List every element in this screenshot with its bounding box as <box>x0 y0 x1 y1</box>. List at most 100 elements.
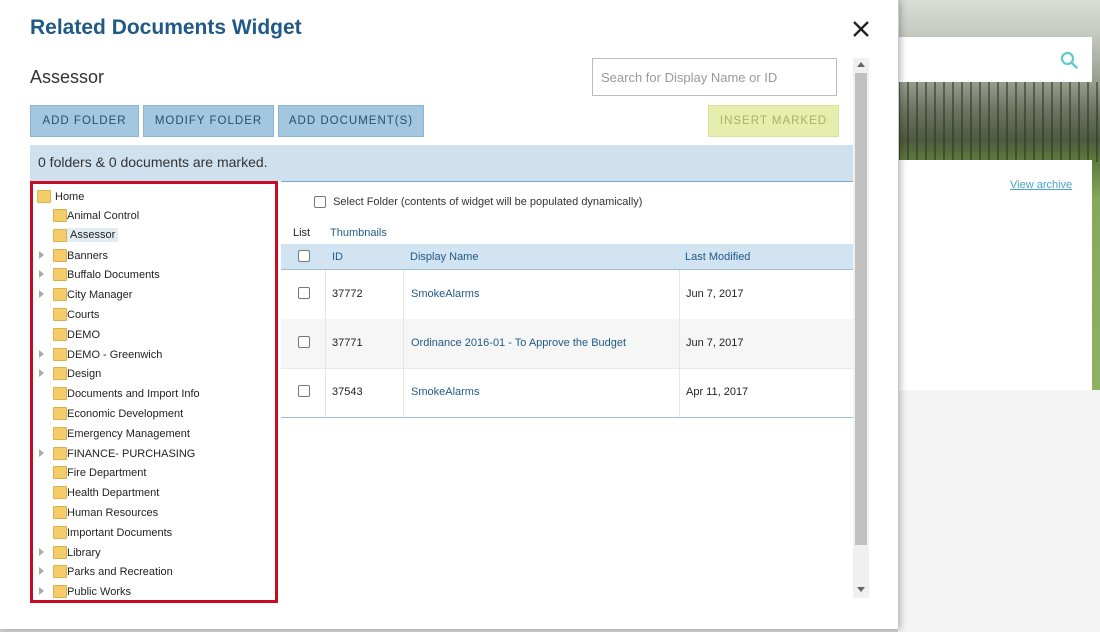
folder-icon <box>53 347 67 361</box>
tree-item-label: Health Department <box>67 487 160 500</box>
row-checkbox[interactable] <box>298 385 310 397</box>
tree-item-label: FINANCE- PURCHASING <box>67 447 196 460</box>
expand-arrow-icon[interactable] <box>39 567 44 576</box>
tree-item-label: Library <box>67 546 101 559</box>
current-folder-title: Assessor <box>30 67 105 87</box>
folder-tree: Home Animal Control Assessor Banners Buffal… <box>30 181 278 603</box>
table-row[interactable]: 37771 Ordinance 2016-01 - To Approve the … <box>281 319 853 369</box>
cell-id: 37543 <box>332 386 363 398</box>
expand-arrow-icon[interactable] <box>39 369 44 378</box>
scroll-up-arrow[interactable] <box>857 62 865 67</box>
expand-arrow-icon[interactable] <box>39 349 44 358</box>
folder-icon <box>53 327 67 341</box>
cell-display-name[interactable]: SmokeAlarms <box>411 288 479 300</box>
scrollbar-thumb[interactable] <box>855 73 867 545</box>
folder-icon <box>53 308 67 321</box>
expand-arrow-icon[interactable] <box>39 448 44 457</box>
tab-list[interactable]: List <box>293 227 310 239</box>
folder-icon <box>53 288 67 302</box>
cell-last-modified: Apr 11, 2017 <box>686 386 749 398</box>
tree-item-label: DEMO <box>67 328 100 341</box>
cell-id: 37772 <box>332 288 363 300</box>
tree-item-label: Emergency Management <box>67 427 190 440</box>
column-divider <box>679 319 680 368</box>
column-divider <box>403 319 404 368</box>
background-fence <box>898 82 1100 162</box>
cell-display-name[interactable]: Ordinance 2016-01 - To Approve the Budge… <box>411 337 626 349</box>
tree-item-label: Documents and Import Info <box>67 388 200 401</box>
tree-item-label: Banners <box>67 249 108 262</box>
tree-item-label: Economic Development <box>67 408 184 420</box>
close-icon[interactable] <box>850 18 872 40</box>
background-content <box>898 160 1092 390</box>
cell-last-modified: Jun 7, 2017 <box>686 288 744 300</box>
expand-arrow-icon[interactable] <box>39 587 44 596</box>
column-divider <box>679 270 680 319</box>
cell-display-name[interactable]: SmokeAlarms <box>411 386 479 398</box>
cell-last-modified: Jun 7, 2017 <box>686 337 744 349</box>
folder-icon <box>53 248 67 262</box>
folder-icon <box>53 407 67 420</box>
folder-icon <box>37 190 51 203</box>
folder-icon <box>53 268 67 282</box>
scroll-down-arrow[interactable] <box>857 587 865 592</box>
tree-item-label: Public Works <box>67 586 131 599</box>
tree-item-label: Home <box>55 191 85 203</box>
add-documents-button[interactable]: ADD DOCUMENT(S) <box>278 105 424 137</box>
marked-status-bar: 0 folders & 0 documents are marked. <box>30 145 853 181</box>
expand-arrow-icon[interactable] <box>39 547 44 556</box>
folder-icon <box>53 545 67 559</box>
view-archive-link[interactable]: View archive <box>1010 179 1072 191</box>
tree-item-label: DEMO - Greenwich <box>67 348 163 361</box>
documents-panel: Select Folder (contents of widget will b… <box>281 181 853 604</box>
tree-item-label: Assessor <box>67 227 119 242</box>
insert-marked-button[interactable]: INSERT MARKED <box>708 105 839 137</box>
add-folder-button[interactable]: ADD FOLDER <box>30 105 139 137</box>
cell-id: 37771 <box>332 337 363 349</box>
folder-icon <box>53 466 67 480</box>
table-row[interactable]: 37543 SmokeAlarms Apr 11, 2017 <box>281 368 853 418</box>
select-folder-checkbox[interactable] <box>314 196 326 209</box>
folder-icon <box>53 367 67 381</box>
header-display-name[interactable]: Display Name <box>410 251 478 263</box>
column-divider <box>403 270 404 319</box>
select-all-checkbox[interactable] <box>298 250 310 262</box>
column-divider <box>325 319 326 368</box>
column-divider <box>325 270 326 319</box>
folder-icon <box>53 426 67 440</box>
background-lower <box>898 390 1100 632</box>
tree-item-label: Important Documents <box>67 526 173 539</box>
modify-folder-button[interactable]: MODIFY FOLDER <box>143 105 274 137</box>
folder-icon <box>53 387 67 401</box>
table-header: ID Display Name Last Modified <box>281 244 853 270</box>
column-divider <box>679 368 680 417</box>
header-id[interactable]: ID <box>332 251 343 263</box>
folder-icon <box>53 565 67 579</box>
table-row[interactable]: 37772 SmokeAlarms Jun 7, 2017 <box>281 270 853 320</box>
modal-title: Related Documents Widget <box>30 16 302 39</box>
expand-arrow-icon[interactable] <box>39 290 44 299</box>
related-documents-modal: Related Documents Widget Assessor ADD FO… <box>0 0 899 629</box>
row-checkbox[interactable] <box>298 336 310 348</box>
folder-icon <box>53 209 67 222</box>
folder-icon <box>53 446 67 460</box>
select-folder-option[interactable]: Select Folder (contents of widget will b… <box>314 196 643 209</box>
tree-item-label: Animal Control <box>67 210 140 222</box>
folder-icon <box>53 228 67 242</box>
tree-item-label: Design <box>67 368 102 381</box>
folder-icon <box>53 585 67 599</box>
tree-item-label: City Manager <box>67 289 133 302</box>
search-icon[interactable] <box>1060 51 1078 69</box>
expand-arrow-icon[interactable] <box>39 270 44 279</box>
folder-icon <box>53 486 67 500</box>
column-divider <box>403 368 404 417</box>
row-checkbox[interactable] <box>298 287 310 299</box>
tree-item-label: Human Resources <box>67 507 159 519</box>
search-input[interactable] <box>592 58 837 96</box>
select-folder-label: Select Folder (contents of widget will b… <box>333 196 643 208</box>
folder-icon <box>53 525 67 539</box>
expand-arrow-icon[interactable] <box>39 250 44 259</box>
tree-item-label: Buffalo Documents <box>67 269 160 282</box>
header-last-modified[interactable]: Last Modified <box>685 251 750 263</box>
tab-thumbnails[interactable]: Thumbnails <box>330 227 387 239</box>
